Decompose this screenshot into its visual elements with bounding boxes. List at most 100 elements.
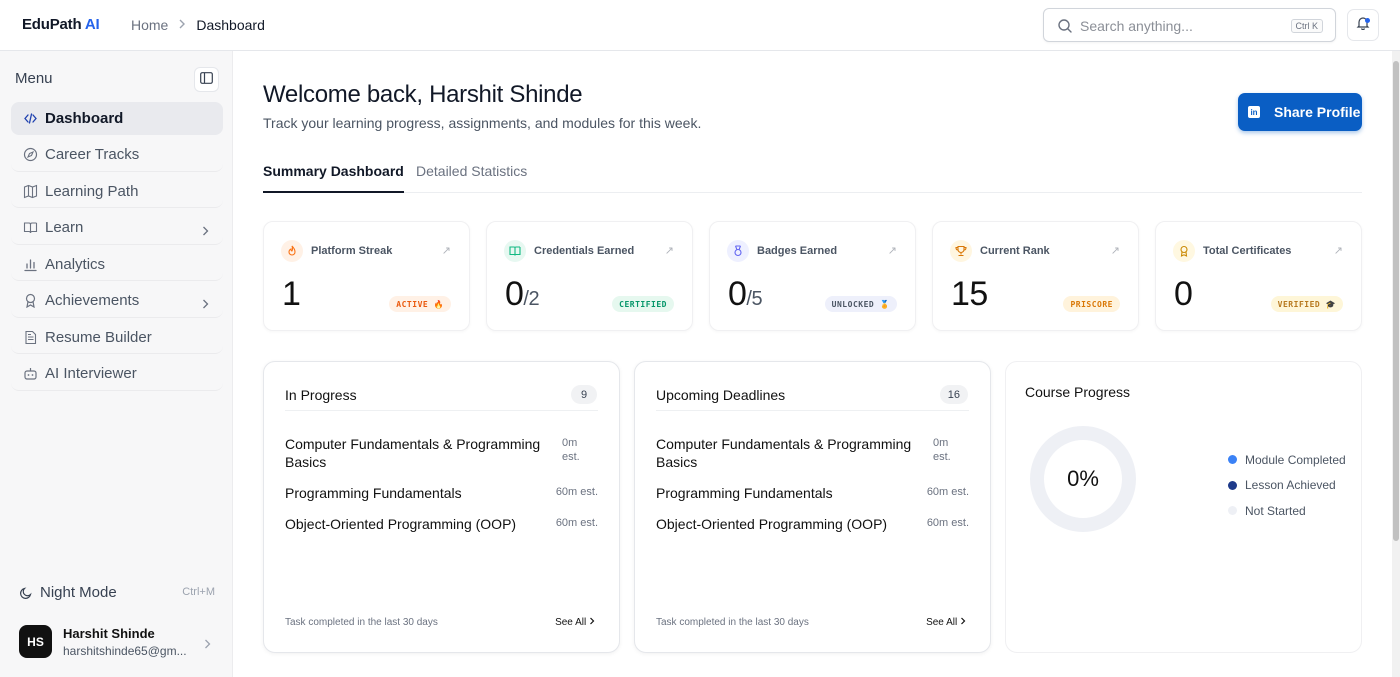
stat-card-platform-streak[interactable]: Platform Streak ↗ 1 ACTIVE 🔥 bbox=[263, 221, 470, 331]
stat-label: Credentials Earned bbox=[534, 245, 635, 257]
list-item[interactable]: Programming Fundamentals 60m est. bbox=[285, 484, 598, 515]
sidebar-item-ai-interviewer[interactable]: AI Interviewer bbox=[11, 358, 223, 391]
deadline-list: Computer Fundamentals & Programming Basi… bbox=[656, 435, 969, 546]
divider bbox=[656, 410, 969, 411]
top-bar: EduPath AI Home Dashboard Ctrl K bbox=[0, 0, 1400, 51]
main-content: Welcome back, Harshit Shinde Track your … bbox=[233, 51, 1392, 677]
sidebar: Menu Dashboard Career Tracks Learning Pa… bbox=[0, 51, 233, 677]
logo-accent: AI bbox=[81, 16, 100, 33]
task-list: Computer Fundamentals & Programming Basi… bbox=[285, 435, 598, 546]
see-all-label: See All bbox=[555, 617, 587, 628]
list-item[interactable]: Computer Fundamentals & Programming Basi… bbox=[656, 435, 969, 484]
list-item[interactable]: Programming Fundamentals 60m est. bbox=[656, 484, 969, 515]
book-icon bbox=[504, 240, 526, 262]
badge-text: CERTIFIED bbox=[619, 299, 667, 309]
arrow-up-right-icon: ↗ bbox=[887, 245, 897, 257]
page-scrollbar[interactable] bbox=[1392, 51, 1400, 677]
status-badge: ACTIVE 🔥 bbox=[389, 296, 451, 312]
sidebar-toggle-icon bbox=[200, 71, 213, 89]
menu-title: Menu bbox=[15, 70, 53, 87]
breadcrumb-current: Dashboard bbox=[196, 17, 265, 33]
chevron-right-icon bbox=[204, 636, 211, 654]
medal-emoji-icon: 🏅 bbox=[879, 299, 890, 309]
stat-card-total-certificates[interactable]: Total Certificates ↗ 0 VERIFIED 🎓 bbox=[1155, 221, 1362, 331]
stat-value-number: 0 bbox=[505, 275, 524, 313]
app-logo[interactable]: EduPath AI bbox=[22, 16, 100, 33]
linkedin-icon: in bbox=[1248, 106, 1260, 118]
sidebar-item-learning-path[interactable]: Learning Path bbox=[11, 175, 223, 208]
sidebar-item-learn[interactable]: Learn bbox=[11, 212, 223, 245]
list-item[interactable]: Object-Oriented Programming (OOP) 60m es… bbox=[285, 515, 598, 546]
stat-value-number: 15 bbox=[951, 275, 988, 313]
page-subtitle: Track your learning progress, assignment… bbox=[263, 115, 702, 131]
search-input[interactable] bbox=[1080, 16, 1280, 36]
search-shortcut: Ctrl K bbox=[1290, 19, 1323, 33]
scrollbar-thumb[interactable] bbox=[1393, 61, 1399, 541]
stat-card-credentials-earned[interactable]: Credentials Earned ↗ 0/2 CERTIFIED bbox=[486, 221, 693, 331]
breadcrumb-home[interactable]: Home bbox=[131, 17, 168, 33]
user-profile[interactable]: HS Harshit Shinde harshitshinde65@gm... bbox=[19, 625, 215, 659]
see-all-link[interactable]: See All bbox=[926, 617, 966, 628]
list-item[interactable]: Object-Oriented Programming (OOP) 60m es… bbox=[656, 515, 969, 546]
stat-card-current-rank[interactable]: Current Rank ↗ 15 PRISCORE bbox=[932, 221, 1139, 331]
stat-value-number: 1 bbox=[282, 275, 301, 313]
trophy-icon bbox=[950, 240, 972, 262]
see-all-link[interactable]: See All bbox=[555, 617, 595, 628]
sidebar-item-resume-builder[interactable]: Resume Builder bbox=[11, 321, 223, 354]
arrow-up-right-icon: ↗ bbox=[1333, 245, 1343, 257]
task-title: Computer Fundamentals & Programming Basi… bbox=[285, 436, 541, 470]
status-badge: CERTIFIED bbox=[612, 296, 674, 312]
search-box[interactable]: Ctrl K bbox=[1043, 8, 1336, 42]
task-estimate: 60m est. bbox=[926, 517, 969, 529]
night-mode-toggle[interactable]: Night Mode Ctrl+M bbox=[19, 584, 215, 601]
tab-summary-dashboard[interactable]: Summary Dashboard bbox=[263, 163, 404, 193]
card-title: Course Progress bbox=[1025, 384, 1131, 400]
chevron-right-icon bbox=[960, 617, 966, 628]
legend-item: Lesson Achieved bbox=[1228, 473, 1346, 499]
badge-text: VERIFIED bbox=[1277, 299, 1321, 309]
task-estimate: 0m est. bbox=[933, 437, 951, 463]
sidebar-item-analytics[interactable]: Analytics bbox=[11, 248, 223, 281]
flame-icon bbox=[281, 240, 303, 262]
badge-text: PRISCORE bbox=[1070, 299, 1113, 309]
tab-detailed-statistics[interactable]: Detailed Statistics bbox=[416, 163, 527, 193]
stat-card-badges-earned[interactable]: Badges Earned ↗ 0/5 UNLOCKED 🏅 bbox=[709, 221, 916, 331]
code-icon bbox=[23, 111, 38, 126]
task-title: Object-Oriented Programming (OOP) bbox=[656, 516, 888, 532]
list-item[interactable]: Computer Fundamentals & Programming Basi… bbox=[285, 435, 598, 484]
notifications-button[interactable] bbox=[1347, 9, 1379, 41]
chevron-right-icon bbox=[589, 617, 595, 628]
sidebar-item-label: AI Interviewer bbox=[45, 365, 137, 382]
sidebar-item-label: Career Tracks bbox=[45, 146, 140, 163]
task-estimate: 60m est. bbox=[555, 517, 598, 529]
card-footer-text: Task completed in the last 30 days bbox=[285, 617, 438, 628]
badge-text: ACTIVE bbox=[396, 299, 429, 309]
badge-text: UNLOCKED bbox=[831, 299, 875, 309]
sidebar-item-label: Analytics bbox=[45, 255, 106, 273]
task-estimate: 0m est. bbox=[562, 437, 580, 463]
fire-emoji-icon: 🔥 bbox=[433, 299, 444, 309]
sidebar-item-achievements[interactable]: Achievements bbox=[11, 285, 223, 318]
course-progress-card: Course Progress 0% Module Completed Less… bbox=[1005, 361, 1362, 653]
task-title: Computer Fundamentals & Programming Basi… bbox=[656, 436, 912, 470]
legend-label: Lesson Achieved bbox=[1245, 478, 1336, 493]
share-profile-button[interactable]: in Share Profile bbox=[1238, 93, 1362, 131]
card-title: In Progress bbox=[285, 387, 357, 403]
logo-text: EduPath bbox=[22, 16, 82, 33]
count-badge: 16 bbox=[939, 385, 968, 404]
legend-label: Module Completed bbox=[1245, 452, 1346, 467]
sidebar-item-career-tracks[interactable]: Career Tracks bbox=[11, 139, 223, 172]
collapse-sidebar-button[interactable] bbox=[194, 67, 219, 92]
sidebar-item-dashboard[interactable]: Dashboard bbox=[11, 102, 223, 135]
page-title: Welcome back, Harshit Shinde bbox=[263, 81, 583, 108]
sidebar-item-label: Resume Builder bbox=[45, 328, 152, 346]
night-mode-label: Night Mode bbox=[40, 584, 117, 601]
ribbon-icon bbox=[1173, 240, 1195, 262]
legend-dot bbox=[1228, 480, 1237, 490]
tab-bar: Summary Dashboard Detailed Statistics bbox=[263, 157, 1362, 193]
card-title: Upcoming Deadlines bbox=[656, 387, 786, 403]
stat-value: 0/5 bbox=[728, 275, 763, 314]
status-badge: VERIFIED 🎓 bbox=[1270, 296, 1343, 312]
divider bbox=[285, 410, 598, 411]
legend-item: Module Completed bbox=[1228, 447, 1346, 473]
